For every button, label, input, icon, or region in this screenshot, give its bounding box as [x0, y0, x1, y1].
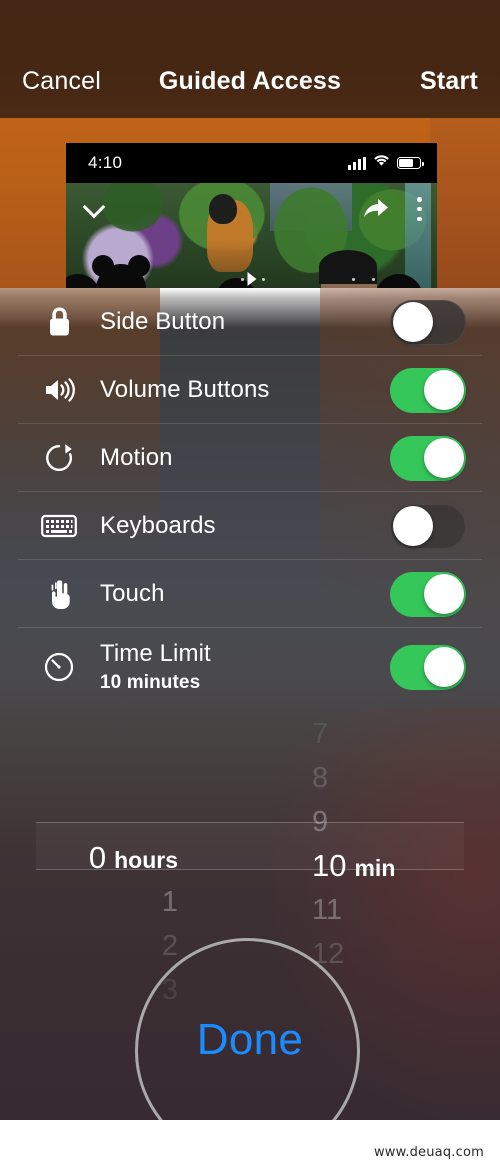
toggle-knob — [392, 506, 433, 546]
app-background-right — [430, 118, 500, 288]
status-bar-time: 4:10 — [88, 153, 123, 172]
setting-row-volume-buttons[interactable]: Volume Buttons — [0, 356, 500, 424]
picker-option[interactable] — [0, 753, 250, 794]
toggle-knob — [423, 438, 464, 478]
video-character — [206, 193, 253, 272]
setting-sublabel: 10 minutes — [100, 672, 201, 694]
setting-label: Side Button — [100, 308, 226, 336]
cancel-button[interactable]: Cancel — [22, 67, 101, 96]
chevron-down-icon[interactable] — [86, 199, 106, 219]
setting-row-time-limit[interactable]: Time Limit 10 minutes — [0, 628, 500, 706]
picker-option[interactable]: 1 — [0, 880, 250, 924]
toggle-keyboards[interactable] — [390, 503, 466, 549]
battery-icon — [397, 157, 424, 169]
setting-row-keyboards[interactable]: Keyboards — [0, 492, 500, 560]
setting-label: Time Limit — [100, 639, 211, 667]
picker-selected-hours[interactable]: 0 hours — [0, 836, 250, 880]
touch-hand-icon — [36, 578, 82, 610]
toggle-side-button[interactable] — [390, 299, 466, 345]
toggle-volume-buttons[interactable] — [390, 367, 466, 413]
setting-label: Touch — [100, 580, 165, 608]
setting-row-motion[interactable]: Motion — [0, 424, 500, 492]
picker-selected-hours-value: 0 — [88, 839, 107, 875]
toggle-knob — [423, 647, 464, 687]
toggle-knob — [423, 370, 464, 410]
toggle-touch[interactable] — [390, 571, 466, 617]
video-progress-dots — [66, 278, 437, 284]
setting-label: Motion — [100, 444, 173, 472]
picker-option[interactable]: 7 — [250, 712, 500, 756]
timer-icon — [36, 651, 82, 683]
toggle-time-limit[interactable] — [390, 644, 466, 690]
toggle-motion[interactable] — [390, 435, 466, 481]
setting-label-group: Time Limit 10 minutes — [82, 640, 390, 694]
picker-option[interactable]: 9 — [250, 800, 500, 844]
site-watermark: www.deuaq.com — [373, 1145, 484, 1160]
video-content[interactable] — [66, 183, 437, 288]
lock-icon — [36, 306, 82, 338]
share-arrow-icon[interactable] — [363, 197, 389, 219]
status-bar-indicators — [348, 154, 424, 172]
setting-label: Keyboards — [100, 512, 216, 540]
picker-hours-unit: hours — [114, 846, 178, 873]
start-button[interactable]: Start — [420, 67, 478, 96]
audience-silhouette — [92, 255, 150, 288]
picker-minutes-unit: min — [354, 855, 396, 881]
setting-row-touch[interactable]: Touch — [0, 560, 500, 628]
done-button[interactable]: Done — [0, 1015, 500, 1065]
setting-label: Volume Buttons — [100, 376, 270, 404]
cellular-signal-icon — [348, 156, 366, 170]
status-bar: 4:10 — [66, 143, 437, 183]
picker-option[interactable] — [0, 712, 250, 753]
picker-option[interactable]: 8 — [250, 756, 500, 800]
picker-option[interactable]: 11 — [250, 888, 500, 932]
settings-list: Side Button Volume Buttons Motion Keyboa… — [0, 288, 500, 706]
picker-selected-minutes[interactable]: 10 min — [250, 844, 500, 888]
setting-row-side-button[interactable]: Side Button — [0, 288, 500, 356]
wifi-icon — [373, 154, 390, 172]
toggle-knob — [423, 574, 464, 614]
toggle-knob — [392, 302, 433, 342]
speaker-icon — [36, 377, 82, 403]
picker-selected-minutes-value: 10 — [312, 848, 347, 883]
navigation-bar: Cancel Guided Access Start — [0, 0, 500, 118]
phone-screen: Cancel Guided Access Start 4:10 Side But… — [0, 0, 500, 1120]
keyboard-icon — [36, 513, 82, 539]
rotate-icon — [36, 442, 82, 474]
kebab-menu-icon[interactable] — [417, 197, 423, 221]
picker-option[interactable] — [0, 795, 250, 836]
app-preview-card[interactable]: 4:10 — [66, 143, 437, 288]
